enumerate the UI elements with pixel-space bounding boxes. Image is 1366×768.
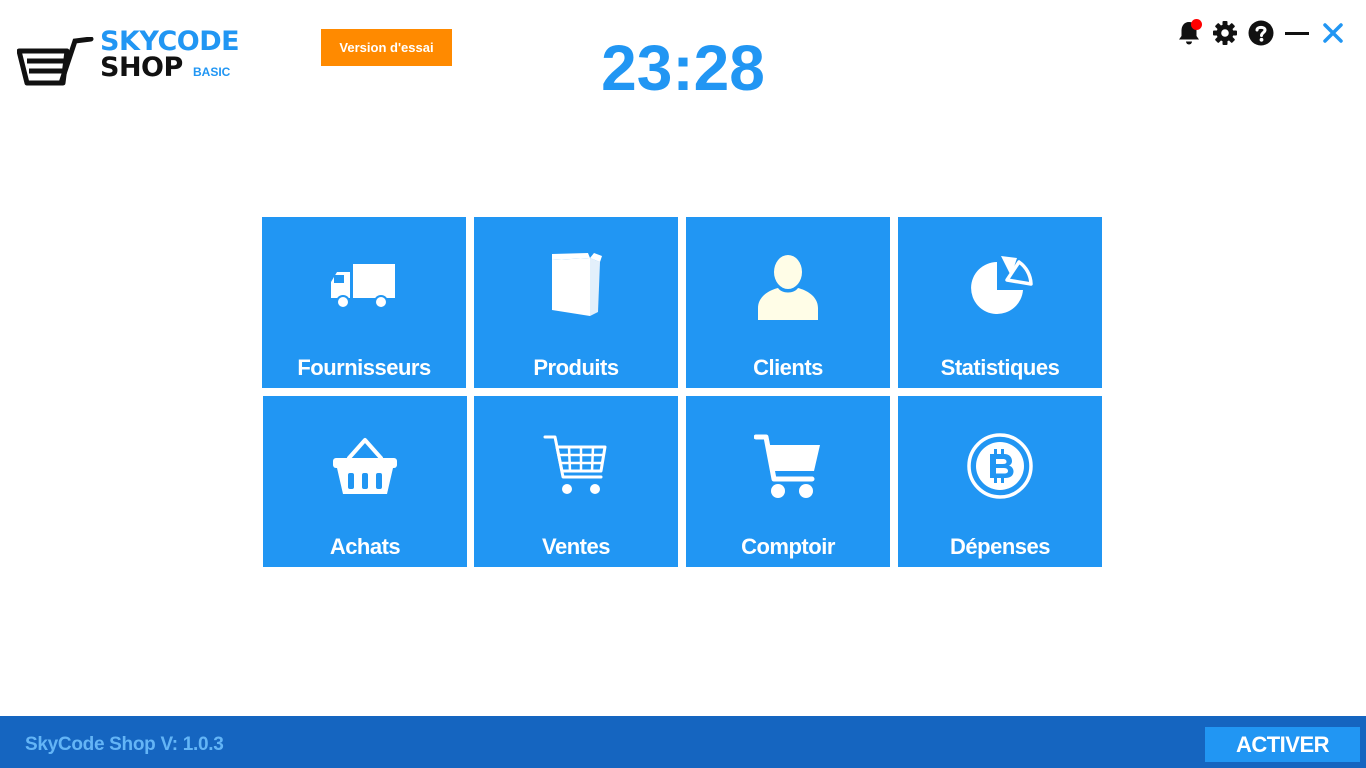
app-window: SKYCODE SHOP BASIC Version d'essai 23:28 bbox=[0, 0, 1366, 768]
product-box-icon bbox=[552, 253, 602, 316]
tile-fournisseurs[interactable]: Fournisseurs bbox=[262, 217, 466, 388]
logo-text-edition: BASIC bbox=[193, 65, 231, 79]
settings-button[interactable] bbox=[1212, 19, 1238, 47]
close-icon bbox=[1323, 23, 1343, 43]
version-label: SkyCode Shop V: 1.0.3 bbox=[25, 734, 224, 755]
activate-button[interactable]: ACTIVER bbox=[1205, 727, 1360, 762]
tile-produits[interactable]: Produits bbox=[474, 217, 678, 388]
notification-dot bbox=[1191, 19, 1202, 30]
notifications-button[interactable] bbox=[1176, 19, 1202, 47]
truck-icon bbox=[331, 264, 395, 309]
basket-icon bbox=[333, 438, 397, 494]
gear-icon bbox=[1213, 21, 1237, 45]
tile-statistiques[interactable]: Statistiques bbox=[898, 217, 1102, 388]
close-button[interactable] bbox=[1320, 19, 1346, 47]
tile-label: Produits bbox=[533, 355, 619, 380]
cart-grid-icon bbox=[543, 435, 607, 494]
logo-text-shop: SHOP bbox=[100, 52, 183, 83]
window-controls bbox=[1176, 18, 1346, 48]
tile-label: Clients bbox=[753, 355, 823, 380]
tile-label: Statistiques bbox=[940, 355, 1060, 380]
pie-chart-icon bbox=[971, 256, 1033, 314]
clock: 23:28 bbox=[601, 32, 765, 104]
minimize-button[interactable] bbox=[1284, 19, 1310, 47]
minimize-icon bbox=[1285, 32, 1309, 35]
user-icon bbox=[758, 255, 818, 320]
tile-achats[interactable]: Achats bbox=[263, 396, 467, 567]
tile-label: Dépenses bbox=[950, 534, 1050, 559]
tile-depenses[interactable]: Dépenses bbox=[898, 396, 1102, 567]
tile-label: Fournisseurs bbox=[297, 355, 431, 380]
logo-cart-icon bbox=[17, 37, 94, 86]
bitcoin-icon bbox=[967, 433, 1033, 499]
app-logo: SKYCODE SHOP BASIC bbox=[17, 27, 257, 87]
tile-label: Achats bbox=[329, 534, 401, 559]
help-icon bbox=[1248, 20, 1274, 46]
tile-ventes[interactable]: Ventes bbox=[474, 396, 678, 567]
tile-clients[interactable]: Clients bbox=[686, 217, 890, 388]
status-bar: SkyCode Shop V: 1.0.3 ACTIVER bbox=[0, 716, 1366, 768]
tile-label: Ventes bbox=[542, 534, 610, 559]
help-button[interactable] bbox=[1248, 19, 1274, 47]
cart-icon bbox=[754, 434, 820, 498]
trial-version-badge: Version d'essai bbox=[321, 29, 452, 66]
tile-label: Comptoir bbox=[741, 534, 835, 559]
tile-comptoir[interactable]: Comptoir bbox=[686, 396, 890, 567]
